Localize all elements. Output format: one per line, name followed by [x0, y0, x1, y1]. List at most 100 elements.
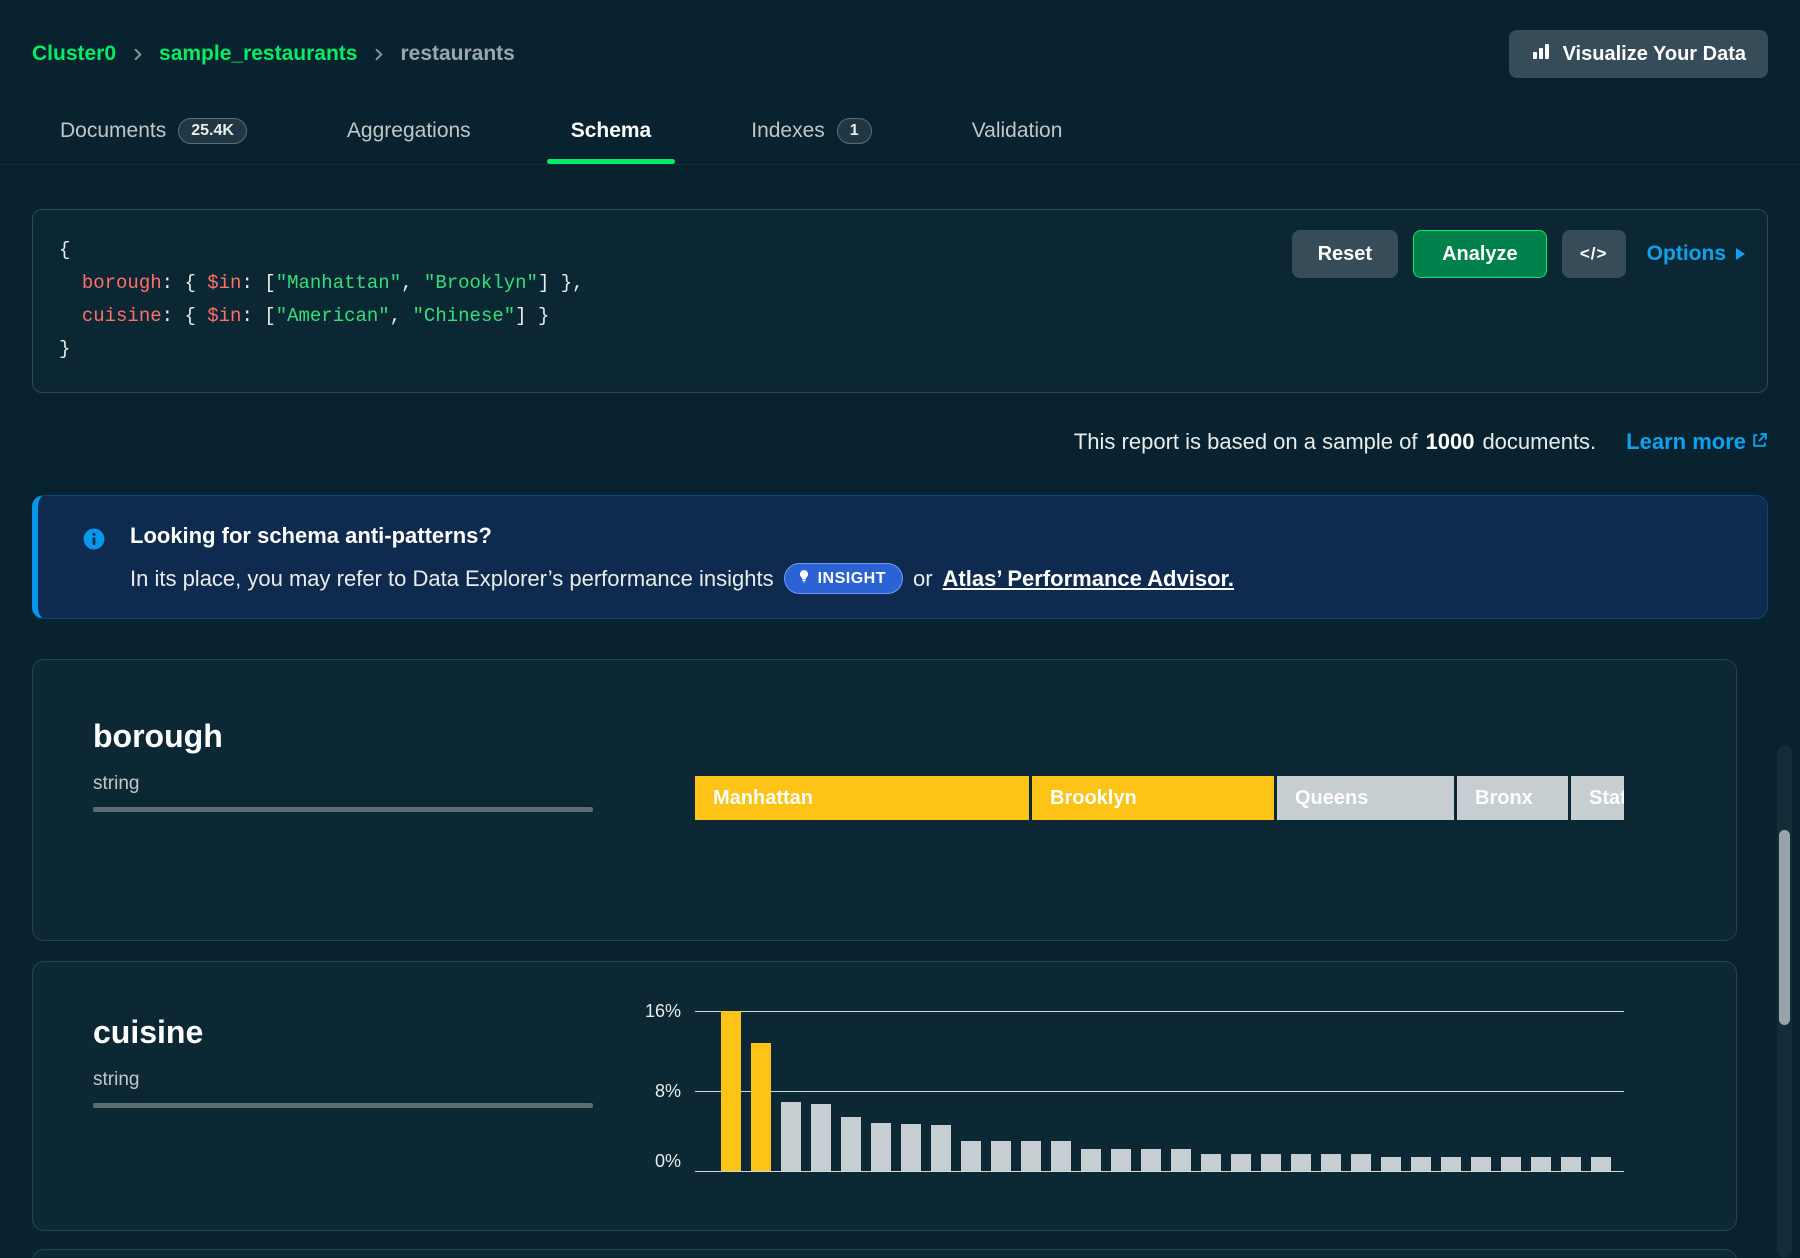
tab-validation[interactable]: Validation	[944, 98, 1091, 164]
learn-more-link[interactable]: Learn more	[1626, 429, 1768, 455]
field-type-label[interactable]: string	[93, 1068, 593, 1092]
cuisine-bar-15[interactable]	[1141, 1149, 1161, 1171]
cuisine-bar-27[interactable]	[1501, 1157, 1521, 1171]
top-bar: Cluster0 sample_restaurants restaurants …	[0, 0, 1800, 78]
cuisine-value-chart: 16% 8% 0%	[605, 999, 1626, 1175]
cuisine-bar-5[interactable]	[841, 1117, 861, 1171]
field-meta: cuisine string	[33, 962, 593, 1108]
field-meta: borough string	[33, 660, 593, 812]
tab-aggregations[interactable]: Aggregations	[319, 98, 499, 164]
cuisine-bar-25[interactable]	[1441, 1157, 1461, 1171]
cuisine-bar-18[interactable]	[1231, 1154, 1251, 1171]
cuisine-bar-16[interactable]	[1171, 1149, 1191, 1171]
report-text-after: documents.	[1482, 429, 1596, 455]
chart-area	[695, 1011, 1624, 1171]
learn-more-label: Learn more	[1626, 429, 1746, 455]
cuisine-bar-13[interactable]	[1081, 1149, 1101, 1171]
type-distribution-bar	[93, 1103, 593, 1108]
breadcrumb-collection: restaurants	[400, 42, 514, 66]
cuisine-bar-1[interactable]	[721, 1011, 741, 1171]
borough-segment-brooklyn[interactable]: Brooklyn	[1032, 776, 1274, 820]
collection-tab-bar: Documents 25.4K Aggregations Schema Indexes 1…	[0, 98, 1800, 165]
cuisine-bar-20[interactable]	[1291, 1154, 1311, 1171]
cuisine-bar-10[interactable]	[991, 1141, 1011, 1171]
cuisine-bar-7[interactable]	[901, 1124, 921, 1171]
cuisine-bar-23[interactable]	[1381, 1157, 1401, 1171]
insight-badge-label: INSIGHT	[818, 570, 886, 588]
cuisine-bar-4[interactable]	[811, 1104, 831, 1171]
cuisine-bar-2[interactable]	[751, 1043, 771, 1171]
schema-anti-pattern-banner: Looking for schema anti-patterns? In its…	[32, 495, 1768, 619]
cuisine-bar-14[interactable]	[1111, 1149, 1131, 1171]
cuisine-bar-6[interactable]	[871, 1123, 891, 1171]
cuisine-bar-24[interactable]	[1411, 1157, 1431, 1171]
breadcrumb: Cluster0 sample_restaurants restaurants	[32, 42, 515, 66]
tab-label: Indexes	[751, 119, 825, 143]
tab-badge: 1	[837, 118, 872, 144]
banner-or-text: or	[913, 566, 933, 592]
caret-right-icon	[1736, 248, 1745, 260]
cuisine-bar-9[interactable]	[961, 1141, 981, 1171]
y-axis-tick-0: 0%	[605, 1150, 681, 1172]
tab-label: Schema	[571, 119, 652, 143]
tab-schema[interactable]: Schema	[543, 98, 680, 164]
borough-segment-manhattan[interactable]: Manhattan	[695, 776, 1029, 820]
analyze-button[interactable]: Analyze	[1413, 230, 1547, 278]
info-icon	[82, 527, 106, 557]
tab-documents[interactable]: Documents 25.4K	[32, 98, 275, 164]
insight-badge[interactable]: INSIGHT	[784, 563, 903, 594]
cuisine-bar-26[interactable]	[1471, 1157, 1491, 1171]
cuisine-bars	[721, 1011, 1611, 1171]
reset-button[interactable]: Reset	[1292, 230, 1398, 278]
field-name: cuisine	[93, 1014, 593, 1050]
options-toggle[interactable]: Options	[1647, 242, 1745, 266]
cuisine-bar-28[interactable]	[1531, 1157, 1551, 1171]
y-axis-tick-8: 8%	[605, 1080, 681, 1102]
banner-body-text: In its place, you may refer to Data Expl…	[130, 566, 774, 592]
visualize-your-data-button[interactable]: Visualize Your Data	[1509, 30, 1768, 78]
sample-report-line: This report is based on a sample of 1000…	[32, 429, 1768, 455]
options-label: Options	[1647, 242, 1726, 266]
cuisine-bar-12[interactable]	[1051, 1141, 1071, 1171]
borough-segment-staten-island[interactable]: Staten Island	[1571, 776, 1624, 820]
banner-body: In its place, you may refer to Data Expl…	[130, 563, 1739, 594]
cuisine-bar-29[interactable]	[1561, 1157, 1581, 1171]
scrollbar-thumb[interactable]	[1779, 830, 1790, 1025]
banner-title: Looking for schema anti-patterns?	[130, 523, 1739, 549]
cuisine-bar-8[interactable]	[931, 1125, 951, 1171]
tab-label: Validation	[972, 119, 1063, 143]
field-card-cuisine: cuisine string 16% 8% 0%	[32, 961, 1737, 1231]
external-link-icon	[1751, 429, 1768, 455]
borough-segment-queens[interactable]: Queens	[1277, 776, 1454, 820]
tab-indexes[interactable]: Indexes 1	[723, 98, 899, 164]
query-actions: Reset Analyze </> Options	[1292, 230, 1745, 278]
field-card-borough: borough string ManhattanBrooklynQueensBr…	[32, 659, 1737, 941]
code-toggle-button[interactable]: </>	[1562, 230, 1626, 278]
field-name: borough	[93, 718, 593, 754]
bar-chart-icon	[1531, 41, 1551, 67]
chevron-right-icon	[371, 47, 386, 62]
cuisine-bar-17[interactable]	[1201, 1154, 1221, 1171]
field-type-label[interactable]: string	[93, 772, 593, 796]
breadcrumb-database[interactable]: sample_restaurants	[159, 42, 357, 66]
tab-label: Documents	[60, 119, 166, 143]
y-axis-tick-16: 16%	[605, 1000, 681, 1022]
breadcrumb-cluster[interactable]: Cluster0	[32, 42, 116, 66]
performance-advisor-link[interactable]: Atlas’ Performance Advisor.	[943, 566, 1234, 592]
tabs: Documents 25.4K Aggregations Schema Indexes 1…	[32, 98, 1768, 164]
cuisine-bar-11[interactable]	[1021, 1141, 1041, 1171]
gridline-0	[695, 1171, 1624, 1172]
cuisine-bar-3[interactable]	[781, 1102, 801, 1171]
scrollbar-track[interactable]	[1777, 745, 1792, 1258]
tab-label: Aggregations	[347, 119, 471, 143]
cuisine-bar-22[interactable]	[1351, 1154, 1371, 1171]
cuisine-bar-30[interactable]	[1591, 1157, 1611, 1171]
cuisine-bar-21[interactable]	[1321, 1154, 1341, 1171]
type-distribution-bar	[93, 807, 593, 812]
sample-count: 1000	[1425, 429, 1474, 455]
chevron-right-icon	[130, 47, 145, 62]
visualize-button-label: Visualize Your Data	[1563, 43, 1746, 66]
tab-badge: 25.4K	[178, 118, 247, 144]
cuisine-bar-19[interactable]	[1261, 1154, 1281, 1171]
borough-segment-bronx[interactable]: Bronx	[1457, 776, 1568, 820]
